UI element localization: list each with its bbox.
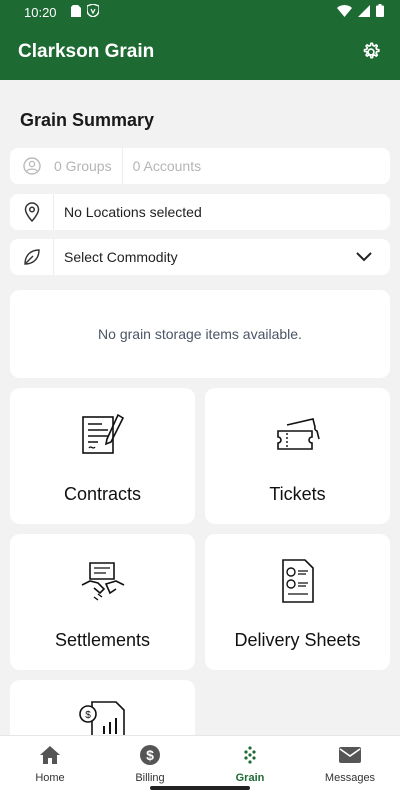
settings-button[interactable] xyxy=(358,39,384,65)
mail-icon xyxy=(339,744,361,766)
tile-contracts[interactable]: Contracts xyxy=(10,388,195,524)
nav-messages[interactable]: Messages xyxy=(300,736,400,800)
home-indicator[interactable] xyxy=(150,786,250,790)
user-icon xyxy=(10,148,54,184)
report-icon: $ xyxy=(78,698,128,735)
home-icon xyxy=(39,744,61,766)
svg-text:$: $ xyxy=(85,710,91,721)
wifi-icon xyxy=(337,4,352,20)
nav-home[interactable]: Home xyxy=(0,736,100,800)
tile-tickets[interactable]: Tickets xyxy=(205,388,390,524)
chevron-down-icon xyxy=(356,252,372,262)
grain-icon xyxy=(241,744,259,766)
tile-settlements[interactable]: Settlements xyxy=(10,534,195,670)
app-bar: Clarkson Grain xyxy=(0,24,400,80)
status-bar: 10:20 xyxy=(0,0,400,24)
accounts-count: 0 Accounts xyxy=(132,158,202,174)
tile-delivery-sheets[interactable]: Delivery Sheets xyxy=(205,534,390,670)
handshake-icon xyxy=(80,556,126,606)
empty-message: No grain storage items available. xyxy=(98,326,302,342)
groups-count: 0 Groups xyxy=(54,158,112,174)
svg-text:$: $ xyxy=(146,747,154,763)
main-content: Grain Summary 0 Groups 0 Accounts No Loc… xyxy=(0,80,400,735)
nav-grain[interactable]: Grain xyxy=(200,736,300,800)
location-value: No Locations selected xyxy=(64,204,202,220)
nav-label: Billing xyxy=(135,772,165,784)
sim-icon xyxy=(70,4,81,20)
dollar-icon: $ xyxy=(139,744,161,766)
nav-label: Grain xyxy=(235,772,265,784)
tile-label: Settlements xyxy=(54,630,151,650)
status-time: 10:20 xyxy=(24,4,57,20)
battery-icon xyxy=(376,4,384,20)
signal-icon xyxy=(358,4,370,20)
leaf-icon xyxy=(10,239,54,275)
tile-reports[interactable]: $ xyxy=(10,680,195,735)
page-title: Grain Summary xyxy=(20,110,155,130)
commodity-dropdown[interactable]: Select Commodity xyxy=(10,239,390,275)
gear-icon xyxy=(363,42,380,59)
bottom-nav: Home $ Billing Grain Messages xyxy=(0,735,400,800)
nav-label: Messages xyxy=(324,772,376,784)
account-group-selector[interactable]: 0 Groups 0 Accounts xyxy=(10,148,390,184)
ticket-icon xyxy=(275,410,321,460)
location-pin-icon xyxy=(10,194,54,230)
status-left: 10:20 xyxy=(24,3,100,20)
commodity-value: Select Commodity xyxy=(64,249,178,265)
app-title: Clarkson Grain xyxy=(18,41,155,62)
nav-billing[interactable]: $ Billing xyxy=(100,736,200,800)
status-right xyxy=(337,4,384,20)
tile-label: Contracts xyxy=(63,484,142,504)
tile-label: Delivery Sheets xyxy=(234,630,361,650)
location-selector[interactable]: No Locations selected xyxy=(10,194,390,230)
grain-storage-empty: No grain storage items available. xyxy=(10,290,390,378)
contract-icon xyxy=(80,410,126,460)
delivery-sheet-icon xyxy=(278,556,318,606)
nav-label: Home xyxy=(35,772,65,784)
tile-label: Tickets xyxy=(269,484,326,504)
vpn-shield-icon xyxy=(85,3,100,20)
